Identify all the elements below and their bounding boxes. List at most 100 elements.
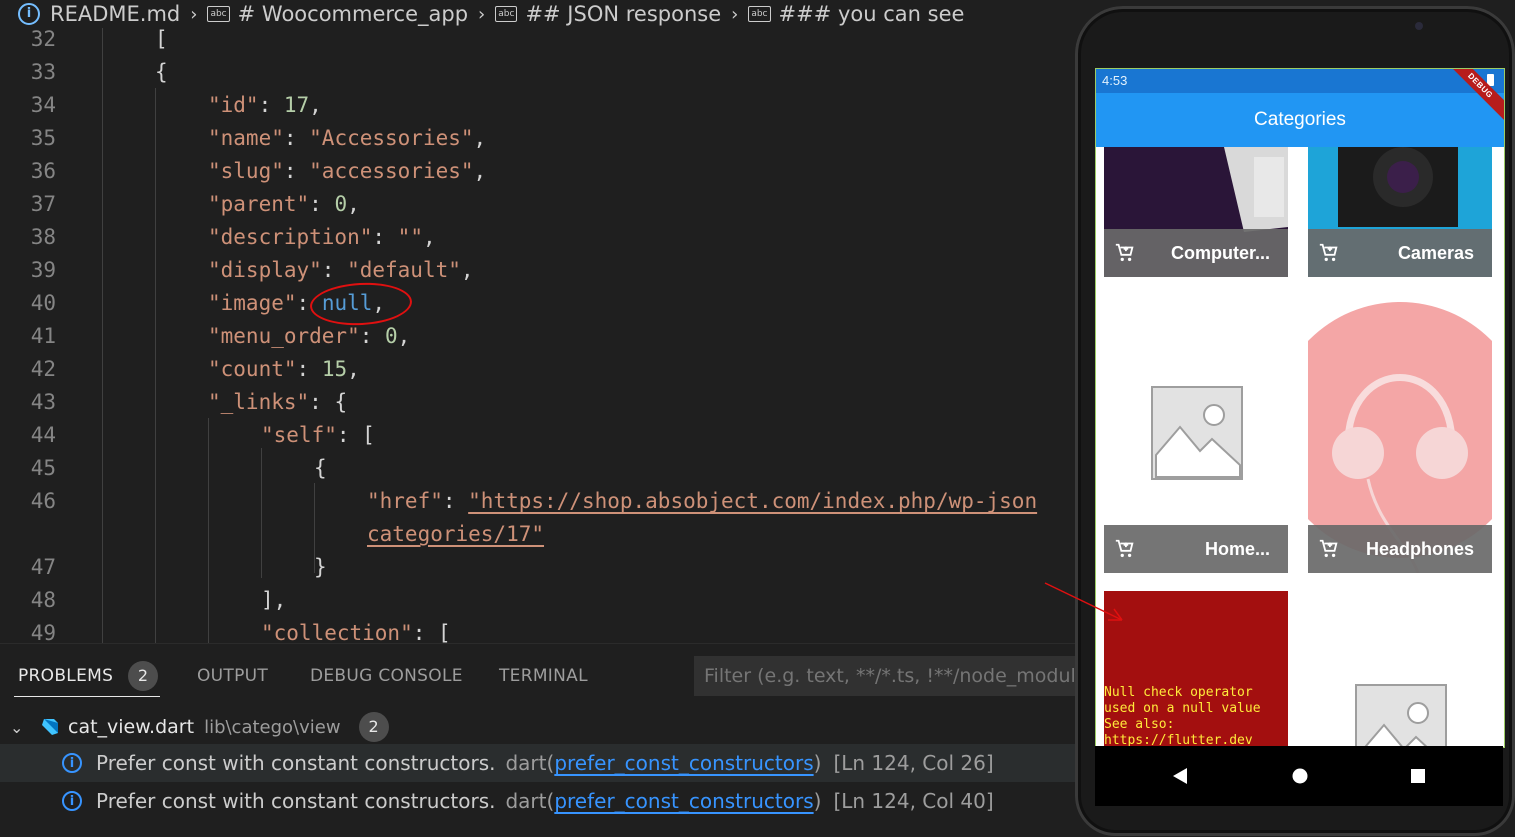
category-tile-computer[interactable]: Computer... [1104, 147, 1288, 277]
problems-filter-input[interactable] [694, 656, 1075, 696]
line-number: 43 [30, 390, 56, 414]
code-line: 45 { [0, 452, 1075, 485]
json-key: "id" [208, 93, 259, 117]
tile-footer: Computer... [1104, 229, 1288, 277]
line-number: 41 [30, 324, 56, 348]
breadcrumb-item-readme[interactable]: README.md [50, 2, 180, 26]
code-text: "parent": 0, [208, 188, 360, 221]
image-placeholder-icon [1151, 386, 1243, 480]
code-token: [ [155, 28, 168, 51]
abc-icon: abc [207, 6, 230, 22]
code-text: "id": 17, [208, 89, 322, 122]
code-text: "name": "Accessories", [208, 122, 486, 155]
category-tile-home[interactable]: Home... [1104, 295, 1288, 573]
panel-tab-bar: PROBLEMS 2 OUTPUT DEBUG CONSOLE TERMINAL [0, 644, 1075, 706]
problem-file-group[interactable]: ⌄ cat_view.dart lib\catego\view 2 [0, 708, 1075, 746]
code-line: 33 { [0, 56, 1075, 89]
tab-problems[interactable]: PROBLEMS [18, 666, 113, 686]
json-colon: : [283, 126, 310, 150]
json-colon: : [321, 258, 348, 282]
bottom-panel: PROBLEMS 2 OUTPUT DEBUG CONSOLE TERMINAL… [0, 643, 1075, 837]
code-line: 34 "id": 17, [0, 89, 1075, 122]
line-number: 49 [30, 621, 56, 643]
json-colon: : [283, 159, 310, 183]
info-icon: i [62, 753, 82, 773]
code-text: { [314, 452, 327, 485]
json-value: "Accessories" [309, 126, 474, 150]
recents-icon[interactable] [1409, 766, 1427, 786]
json-colon: : [258, 93, 284, 117]
add-shopping-cart-icon[interactable] [1114, 242, 1136, 264]
code-line: categories/17" [0, 518, 1075, 551]
home-icon[interactable] [1291, 766, 1309, 786]
breadcrumb-item-h3[interactable]: abc ### you can see [748, 2, 964, 26]
add-shopping-cart-icon[interactable] [1318, 538, 1340, 560]
line-number: 47 [30, 555, 56, 579]
problem-message: Prefer const with constant constructors. [96, 789, 496, 813]
app-bar-title: Categories [1254, 109, 1346, 130]
json-comma: , [422, 225, 436, 249]
json-key: "self" [261, 423, 337, 447]
file-problem-count-badge: 2 [358, 712, 389, 742]
code-token: { [155, 60, 168, 84]
chevron-right-icon: › [478, 3, 486, 25]
tab-debug-console[interactable]: DEBUG CONSOLE [310, 666, 463, 686]
problem-source-prefix: dart( [505, 751, 555, 775]
code-text: "slug": "accessories", [208, 155, 486, 188]
breadcrumb-label: ### you can see [778, 2, 965, 26]
problem-file-path: lib\catego\view [204, 716, 341, 738]
json-colon: : [412, 621, 439, 643]
add-shopping-cart-icon[interactable] [1318, 242, 1340, 264]
code-editor[interactable]: 32 [33 {34 "id": 17, 35 "name": "Accessories"… [0, 28, 1075, 643]
problem-rule-link[interactable]: prefer_const_constructors [554, 789, 813, 813]
camera-icon [1415, 22, 1423, 30]
json-key: "count" [208, 357, 297, 381]
back-icon[interactable] [1171, 766, 1189, 786]
json-value: 0 [334, 192, 348, 216]
error-tile: Null check operator used on a null value… [1104, 591, 1288, 747]
line-number: 37 [30, 192, 56, 216]
json-value: 17 [283, 93, 310, 117]
code-line: 42 "count": 15, [0, 353, 1075, 386]
breadcrumb-item-h1[interactable]: abc # Woocommerce_app [207, 2, 468, 26]
json-key: "name" [208, 126, 284, 150]
breadcrumb-label: # Woocommerce_app [237, 2, 469, 26]
json-value: 15 [321, 357, 348, 381]
json-colon: : [336, 423, 363, 447]
json-colon: : [372, 225, 398, 249]
problem-source-prefix: dart( [505, 789, 555, 813]
line-number: 44 [30, 423, 56, 447]
code-line: 44 "self": [ [0, 419, 1075, 452]
category-tile-placeholder[interactable] [1308, 591, 1492, 747]
code-text: "self": [ [261, 419, 375, 452]
phone-screen: 4:53 Categories DEBUG Computer... Camera… [1095, 68, 1505, 748]
code-text: [ [155, 28, 168, 56]
code-token[interactable]: categories/17" [367, 522, 544, 546]
dart-file-icon [40, 717, 60, 737]
breadcrumb-item-h2[interactable]: abc ## JSON response [495, 2, 721, 26]
tab-output[interactable]: OUTPUT [197, 666, 268, 686]
line-number: 40 [30, 291, 56, 315]
chevron-down-icon[interactable]: ⌄ [10, 718, 28, 737]
breadcrumb: i README.md › abc # Woocommerce_app › abc… [0, 0, 1100, 28]
category-tile-headphones[interactable]: Headphones [1308, 295, 1492, 573]
code-token: { [314, 456, 327, 480]
problem-row[interactable]: i Prefer const with constant constructor… [0, 782, 1075, 820]
problems-count-badge: 2 [128, 661, 158, 691]
tab-terminal[interactable]: TERMINAL [499, 666, 588, 686]
json-key: "description" [208, 225, 373, 249]
code-line: 41 "menu_order": 0, [0, 320, 1075, 353]
category-grid[interactable]: Computer... Cameras Home... Headphones N… [1096, 147, 1504, 747]
add-shopping-cart-icon[interactable] [1114, 538, 1136, 560]
json-comma: , [397, 324, 411, 348]
json-key: "href" [367, 489, 443, 513]
code-line: 47} [0, 551, 1075, 584]
problem-rule-link[interactable]: prefer_const_constructors [554, 751, 813, 775]
json-value: [ [438, 621, 451, 643]
problem-row[interactable]: i Prefer const with constant constructor… [0, 744, 1075, 782]
chevron-right-icon: › [190, 3, 198, 25]
json-colon: : [309, 192, 335, 216]
line-number: 42 [30, 357, 56, 381]
category-tile-cameras[interactable]: Cameras [1308, 147, 1492, 277]
json-value[interactable]: "https://shop.absobject.com/index.php/wp… [468, 489, 1037, 513]
